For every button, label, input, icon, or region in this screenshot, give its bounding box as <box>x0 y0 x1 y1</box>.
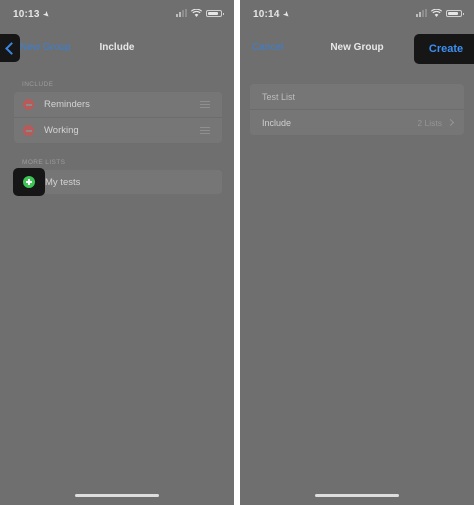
page-title: Include <box>99 42 135 53</box>
list-item-my-tests: My tests <box>44 170 222 194</box>
plus-circle-icon <box>23 176 35 188</box>
more-lists-section-header: MORE LISTS <box>22 159 66 166</box>
list-item-label: Working <box>44 125 79 136</box>
status-icons <box>176 9 224 17</box>
location-arrow-icon: ➤ <box>280 8 292 21</box>
battery-icon <box>446 9 464 17</box>
battery-icon <box>206 9 224 17</box>
list-item-label: Reminders <box>44 99 90 110</box>
include-label: Include <box>262 117 292 128</box>
list-item-label: My tests <box>45 176 81 188</box>
add-list-button[interactable] <box>13 168 45 196</box>
new-group-screen: 10:14➤ Cancel New Group Create Test List… <box>240 0 474 505</box>
home-indicator[interactable] <box>75 494 159 497</box>
wifi-icon <box>431 9 442 17</box>
chevron-right-icon <box>446 118 455 127</box>
include-list: Reminders Working <box>14 92 222 143</box>
cellular-signal-icon <box>176 9 187 17</box>
create-button[interactable]: Create <box>414 34 474 64</box>
minus-circle-icon[interactable] <box>23 125 34 136</box>
status-time: 10:14➤ <box>253 8 292 21</box>
status-time: 10:13➤ <box>13 8 52 21</box>
include-screen: 10:13➤ New Group Include INCLUDE Reminde… <box>0 0 234 505</box>
group-name-field[interactable]: Test List <box>250 84 464 109</box>
drag-handle-icon[interactable] <box>200 101 210 108</box>
group-name-value: Test List <box>262 91 296 102</box>
cellular-signal-icon <box>416 9 427 17</box>
include-count: 2 Lists <box>417 118 442 128</box>
drag-handle-icon[interactable] <box>200 127 210 134</box>
include-section-header: INCLUDE <box>22 81 54 88</box>
status-bar: 10:14➤ <box>240 0 474 26</box>
minus-circle-icon[interactable] <box>23 99 34 110</box>
navigation-bar: Cancel New Group Create <box>240 34 474 64</box>
include-row[interactable]: Include 2 Lists <box>250 109 464 135</box>
status-icons <box>416 9 464 17</box>
home-indicator[interactable] <box>315 494 399 497</box>
list-item-working: Working <box>14 117 222 143</box>
status-bar: 10:13➤ <box>0 0 234 26</box>
new-group-form: Test List Include 2 Lists <box>250 84 464 135</box>
location-arrow-icon: ➤ <box>40 8 52 21</box>
list-item-reminders: Reminders <box>14 92 222 117</box>
navigation-bar: New Group Include <box>0 34 234 62</box>
wifi-icon <box>191 9 202 17</box>
